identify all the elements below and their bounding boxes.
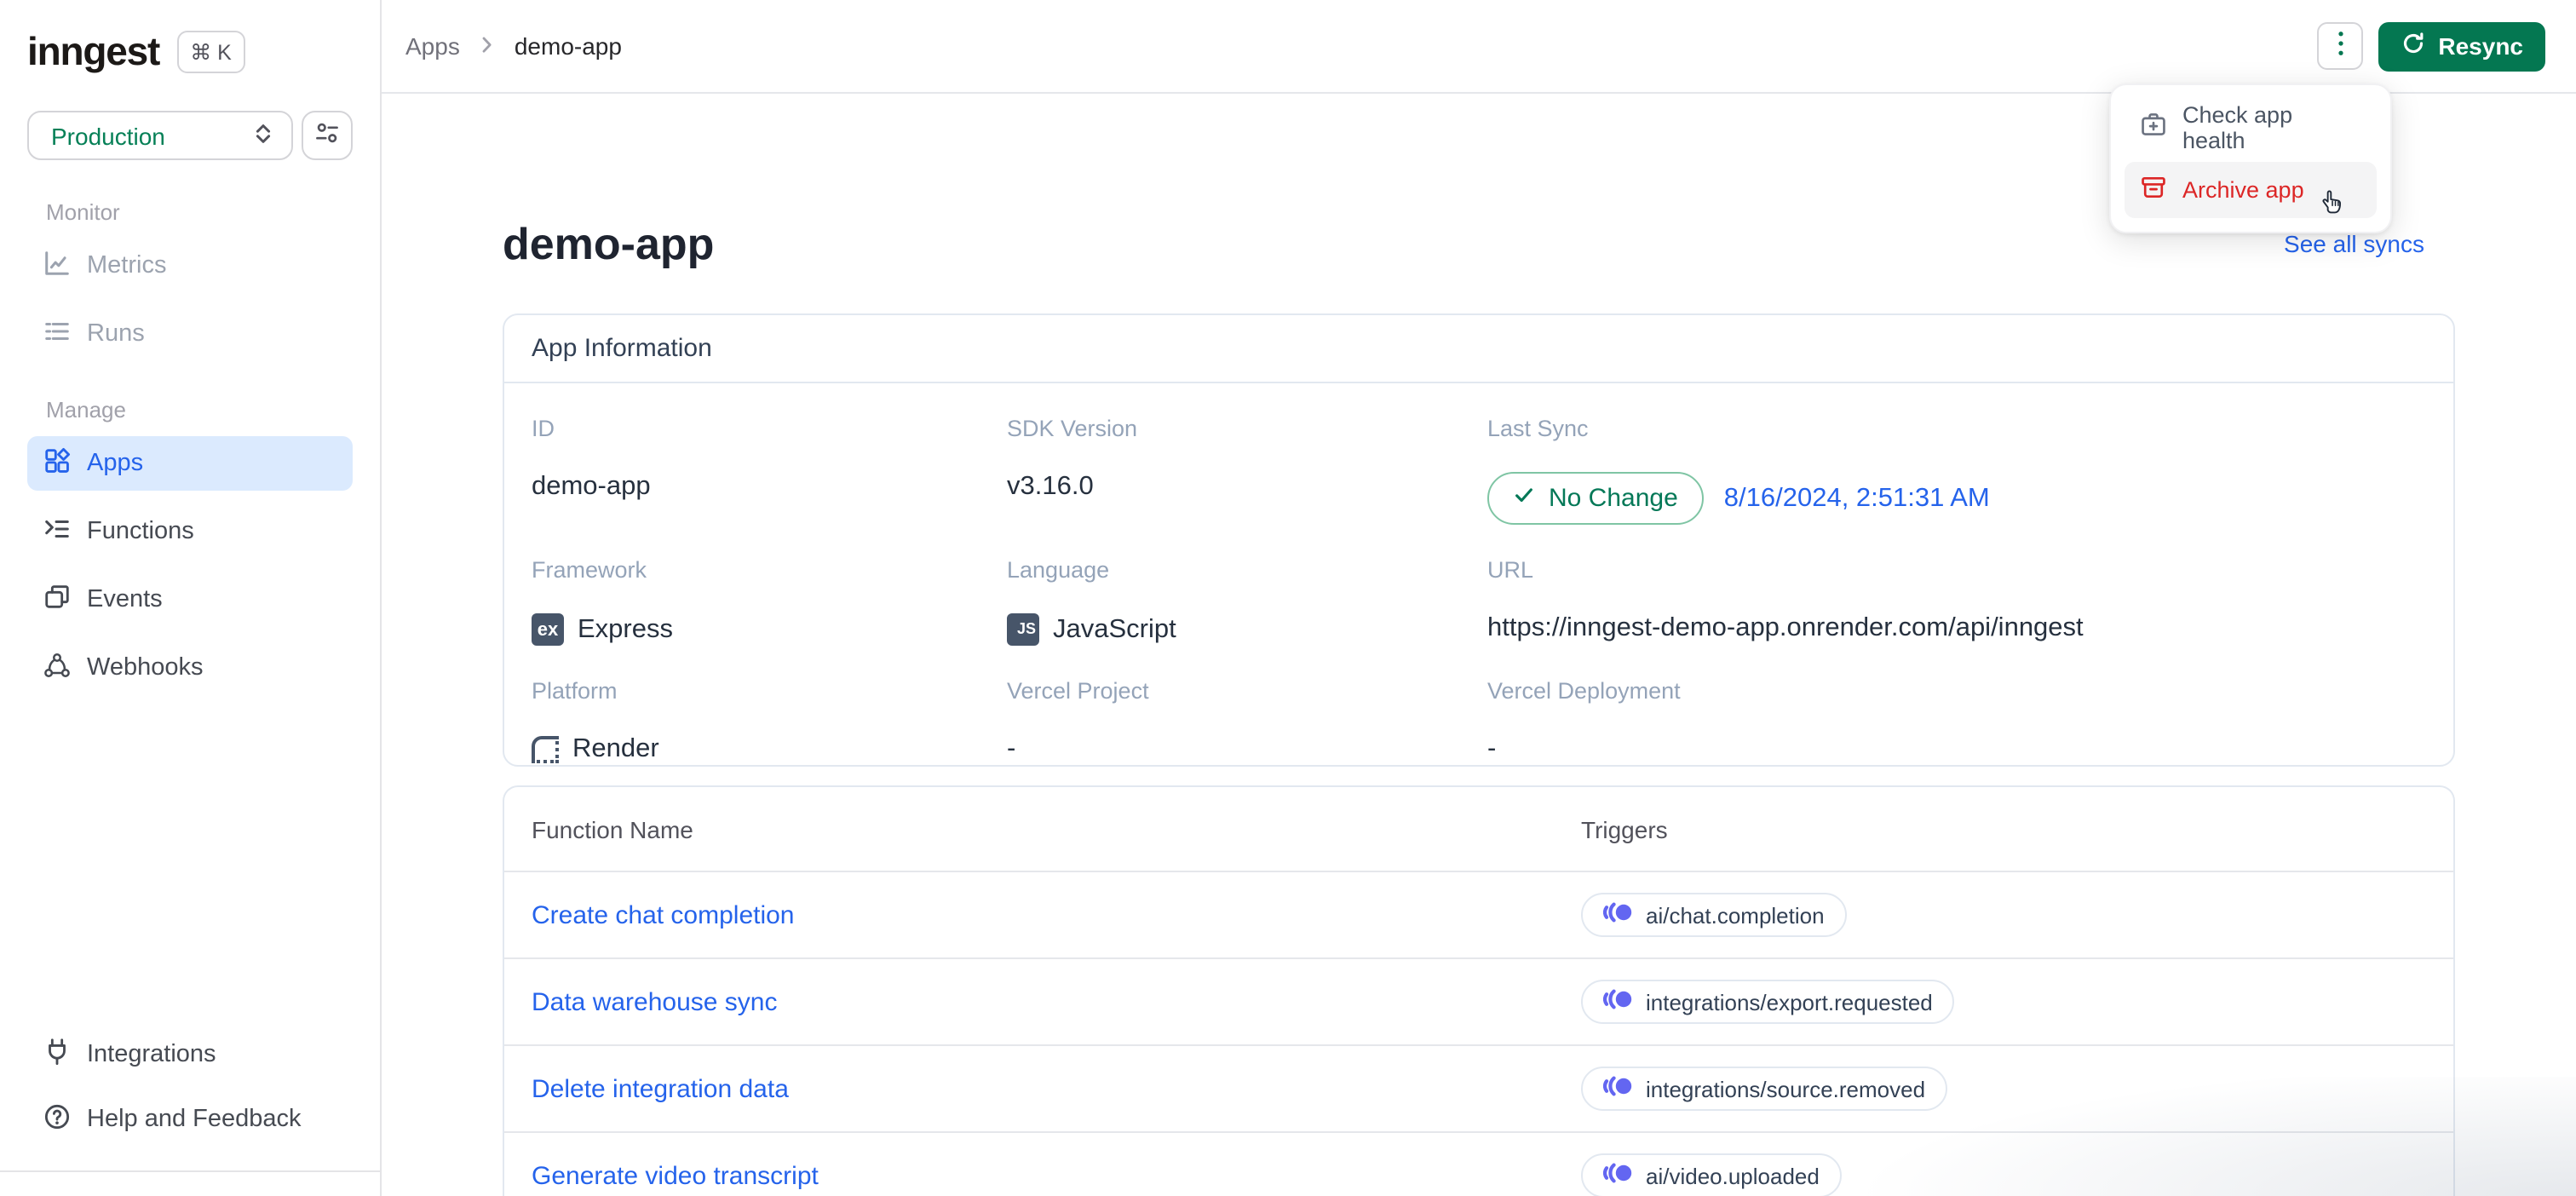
column-triggers: Triggers — [1581, 815, 1668, 842]
inngest-logo: inngest — [27, 28, 160, 72]
event-trigger-icon — [1602, 1162, 1632, 1189]
sidebar-item-metrics[interactable]: Metrics — [27, 239, 353, 293]
chevron-up-down-icon — [250, 120, 276, 151]
sidebar-item-label: Runs — [87, 320, 145, 348]
no-change-badge: No Change — [1487, 472, 1704, 525]
functions-list-icon — [43, 514, 72, 549]
field-last-sync: Last Sync No Change 8/16/2024, 2:51:31 A… — [1487, 383, 2426, 525]
sidebar-item-label: Integrations — [87, 1041, 216, 1068]
functions-table-card: Function Name Triggers Create chat compl… — [503, 785, 2455, 1196]
event-trigger-icon — [1602, 988, 1632, 1015]
inngest-dashboard: inngest ⌘ K Production Monitor Metrics R… — [0, 0, 2576, 1196]
table-row: Generate video transcript ai/video.uploa… — [504, 1133, 2453, 1196]
sidebar-item-label: Webhooks — [87, 654, 204, 681]
trigger-badge: integrations/source.removed — [1581, 1067, 1948, 1111]
sidebar: inngest ⌘ K Production Monitor Metrics R… — [0, 0, 382, 1196]
check-icon — [1513, 484, 1535, 513]
environment-filter-button[interactable] — [302, 111, 353, 160]
express-icon: ex — [532, 613, 564, 646]
app-actions-menu-button[interactable] — [2317, 22, 2364, 70]
sidebar-item-integrations[interactable]: Integrations — [27, 1027, 353, 1082]
refresh-icon — [2401, 31, 2426, 61]
sidebar-item-events[interactable]: Events — [27, 572, 353, 627]
event-trigger-icon — [1602, 901, 1632, 929]
sidebar-item-help[interactable]: Help and Feedback — [27, 1092, 353, 1147]
see-all-syncs-link[interactable]: See all syncs — [2284, 230, 2424, 257]
sidebar-footer: Integrations Help and Feedback — [27, 1027, 353, 1147]
sidebar-bottom-divider — [0, 1170, 380, 1196]
command-k-shortcut[interactable]: ⌘ K — [176, 30, 245, 72]
app-information-grid: ID demo-app SDK Version v3.16.0 Last Syn… — [504, 383, 2453, 765]
field-platform: Platform Render — [532, 678, 659, 763]
help-circle-icon — [43, 1101, 72, 1137]
sliders-icon — [313, 119, 341, 152]
chevron-right-icon — [479, 32, 496, 60]
sidebar-item-apps[interactable]: Apps — [27, 436, 353, 491]
app-detail-content: demo-app See all syncs App Information I… — [382, 94, 2576, 1196]
table-row: Data warehouse sync integrations/export.… — [504, 959, 2453, 1046]
field-vercel-deployment: Vercel Deployment - — [1487, 678, 1681, 763]
render-platform-icon — [532, 736, 559, 763]
plug-icon — [43, 1037, 72, 1072]
page-title: demo-app — [503, 218, 715, 269]
topbar: Apps demo-app Resync — [382, 0, 2576, 94]
column-function-name: Function Name — [532, 815, 693, 842]
javascript-icon: JS — [1007, 613, 1039, 646]
sidebar-item-runs[interactable]: Runs — [27, 307, 353, 361]
functions-table-header: Function Name Triggers — [504, 787, 2453, 872]
field-language: Language JS JavaScript — [1007, 525, 1487, 646]
environment-row: Production — [27, 111, 353, 160]
breadcrumb: Apps demo-app — [405, 32, 622, 60]
function-link[interactable]: Create chat completion — [532, 900, 1581, 929]
table-row: Delete integration data integrations/sou… — [504, 1046, 2453, 1133]
webhook-icon — [43, 650, 72, 686]
field-framework: Framework ex Express — [532, 525, 1007, 646]
resync-button[interactable]: Resync — [2378, 21, 2545, 71]
field-url: URL https://inngest-demo-app.onrender.co… — [1487, 557, 2084, 642]
topbar-actions: Resync — [2317, 21, 2545, 71]
function-link[interactable]: Generate video transcript — [532, 1161, 1581, 1190]
app-actions-menu: Check app health Archive app — [2109, 83, 2392, 233]
section-label-manage: Manage — [46, 397, 126, 423]
runs-list-icon — [43, 316, 72, 352]
field-vercel-project: Vercel Project - — [1007, 678, 1149, 763]
logo-row: inngest ⌘ K — [27, 0, 353, 77]
event-trigger-icon — [1602, 1075, 1632, 1102]
app-information-title: App Information — [504, 315, 2453, 383]
manage-nav: Apps Functions Events Webhooks — [27, 436, 353, 695]
function-link[interactable]: Data warehouse sync — [532, 987, 1581, 1016]
field-sdk-version: SDK Version v3.16.0 — [1007, 416, 1138, 501]
sidebar-item-label: Help and Feedback — [87, 1106, 302, 1133]
app-information-card: App Information ID demo-app SDK Version … — [503, 313, 2455, 767]
menu-item-check-app-health[interactable]: Check app health — [2125, 99, 2377, 155]
sidebar-item-label: Metrics — [87, 252, 167, 279]
health-kit-icon — [2140, 111, 2167, 143]
breadcrumb-apps[interactable]: Apps — [405, 32, 460, 60]
last-sync-timestamp-link[interactable]: 8/16/2024, 2:51:31 AM — [1724, 483, 1990, 514]
section-label-monitor: Monitor — [46, 199, 120, 225]
environment-selector[interactable]: Production — [27, 111, 293, 160]
field-id: ID demo-app — [532, 416, 651, 501]
monitor-nav: Metrics Runs — [27, 239, 353, 361]
breadcrumb-current: demo-app — [514, 32, 622, 60]
sidebar-item-webhooks[interactable]: Webhooks — [27, 641, 353, 695]
events-icon — [43, 582, 72, 618]
apps-grid-icon — [43, 446, 72, 481]
trigger-badge: ai/chat.completion — [1581, 893, 1847, 937]
mouse-cursor-pointer — [2317, 187, 2349, 228]
table-row: Create chat completion ai/chat.completio… — [504, 872, 2453, 959]
kebab-dots-icon — [2337, 31, 2343, 61]
sidebar-item-label: Apps — [87, 450, 144, 477]
function-link[interactable]: Delete integration data — [532, 1074, 1581, 1103]
trigger-badge: integrations/export.requested — [1581, 980, 1955, 1024]
resync-label: Resync — [2438, 32, 2523, 60]
sidebar-item-label: Functions — [87, 518, 194, 545]
environment-label: Production — [51, 122, 165, 149]
metrics-chart-icon — [43, 248, 72, 284]
sidebar-item-functions[interactable]: Functions — [27, 504, 353, 559]
sidebar-item-label: Events — [87, 586, 163, 613]
archive-icon — [2140, 174, 2167, 206]
trigger-badge: ai/video.uploaded — [1581, 1153, 1842, 1196]
